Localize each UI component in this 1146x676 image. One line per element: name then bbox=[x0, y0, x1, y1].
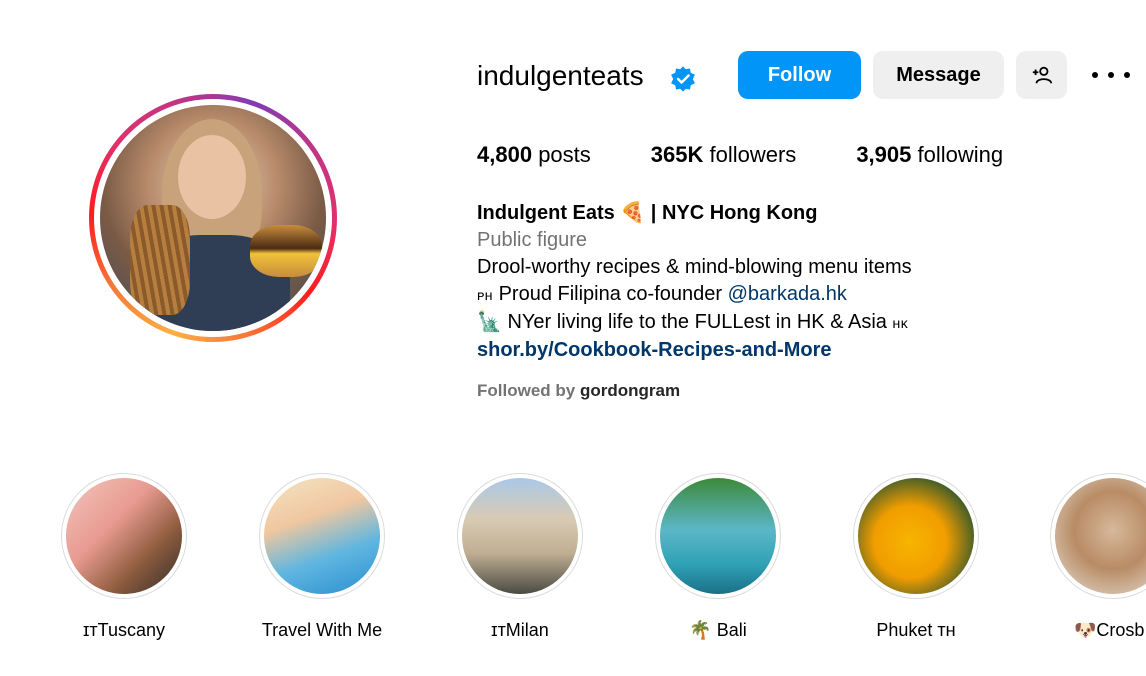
highlight-travel-with-me[interactable]: Travel With Me bbox=[257, 473, 387, 641]
highlight-label: Travel With Me bbox=[261, 620, 383, 640]
highlight-label: 🐶Crosb bbox=[1074, 620, 1145, 640]
highlight-cover bbox=[462, 478, 578, 594]
verified-badge-icon bbox=[671, 66, 695, 92]
avatar-image bbox=[100, 105, 326, 331]
more-options-button[interactable] bbox=[1092, 63, 1130, 87]
following-label: following bbox=[917, 142, 1004, 167]
highlight-ring bbox=[1050, 473, 1146, 599]
highlight-cover bbox=[66, 478, 182, 594]
hk-flag-icon: ʜᴋ bbox=[892, 315, 909, 331]
highlight-ring bbox=[655, 473, 781, 599]
avatar-burger bbox=[250, 225, 322, 277]
statue-of-liberty-icon: 🗽 bbox=[477, 311, 502, 333]
profile-bio: Indulgent Eats 🍕 | NYC Hong Kong Public … bbox=[477, 200, 912, 364]
highlight-cover bbox=[264, 478, 380, 594]
followed-by[interactable]: Followed by gordongram bbox=[477, 381, 680, 401]
posts-count: 4,800 bbox=[477, 142, 533, 167]
following-count: 3,905 bbox=[856, 142, 912, 167]
bio-line-2-text: Proud Filipina co-founder bbox=[493, 283, 728, 305]
followed-by-prefix: Followed by bbox=[477, 381, 580, 400]
avatar-face bbox=[178, 135, 246, 219]
highlight-milan[interactable]: ɪᴛMilan bbox=[455, 473, 585, 641]
followed-by-user: gordongram bbox=[579, 381, 681, 400]
message-button[interactable]: Message bbox=[873, 51, 1004, 99]
mention-link[interactable]: @barkada.hk bbox=[728, 283, 847, 305]
highlight-cover bbox=[858, 478, 974, 594]
highlight-crosby[interactable]: 🐶Crosb bbox=[1049, 473, 1146, 641]
highlight-label: ɪᴛMilan bbox=[491, 620, 549, 640]
avatar-noodles bbox=[130, 205, 190, 315]
highlight-tuscany[interactable]: ɪᴛTuscany bbox=[59, 473, 189, 641]
more-dot-icon bbox=[1108, 72, 1114, 78]
profile-stats: 4,800 posts 365K followers 3,905 followi… bbox=[477, 142, 1063, 168]
ph-flag-icon: ᴘʜ bbox=[477, 287, 494, 303]
highlight-label: 🌴 Bali bbox=[689, 620, 747, 640]
highlight-ring bbox=[853, 473, 979, 599]
bio-external-link[interactable]: shor.by/Cookbook-Recipes-and-More bbox=[477, 337, 912, 364]
add-user-icon bbox=[1032, 66, 1052, 84]
highlight-ring bbox=[457, 473, 583, 599]
highlight-cover bbox=[660, 478, 776, 594]
highlight-ring bbox=[259, 473, 385, 599]
bio-line-1: Drool-worthy recipes & mind-blowing menu… bbox=[477, 256, 912, 278]
highlight-label: Phuket ᴛʜ bbox=[876, 620, 956, 640]
follow-button[interactable]: Follow bbox=[738, 51, 861, 99]
followers-count: 365K bbox=[650, 142, 704, 167]
bio-line-2: ᴘʜ Proud Filipina co-founder @barkada.hk bbox=[477, 281, 912, 309]
highlight-bali[interactable]: 🌴 Bali bbox=[653, 473, 783, 641]
more-dot-icon bbox=[1092, 72, 1098, 78]
posts-stat: 4,800 posts bbox=[477, 142, 591, 168]
bio-line-3-text: NYer living life to the FULLest in HK & … bbox=[501, 311, 893, 333]
following-stat[interactable]: 3,905 following bbox=[856, 142, 1003, 168]
more-dot-icon bbox=[1124, 72, 1130, 78]
highlight-cover bbox=[1055, 478, 1146, 594]
profile-avatar[interactable] bbox=[89, 94, 337, 342]
highlight-ring bbox=[61, 473, 187, 599]
suggest-accounts-button[interactable] bbox=[1016, 51, 1067, 99]
avatar-border bbox=[94, 99, 332, 337]
posts-label: posts bbox=[538, 142, 591, 167]
profile-category: Public figure bbox=[477, 229, 588, 251]
display-name: Indulgent Eats 🍕 | NYC Hong Kong bbox=[477, 202, 818, 224]
followers-stat[interactable]: 365K followers bbox=[651, 142, 797, 168]
username: indulgenteats bbox=[477, 60, 644, 91]
followers-label: followers bbox=[709, 142, 797, 167]
highlight-phuket[interactable]: Phuket ᴛʜ bbox=[851, 473, 981, 641]
highlight-label: ɪᴛTuscany bbox=[82, 620, 165, 640]
bio-line-3: 🗽 NYer living life to the FULLest in HK … bbox=[477, 309, 912, 337]
